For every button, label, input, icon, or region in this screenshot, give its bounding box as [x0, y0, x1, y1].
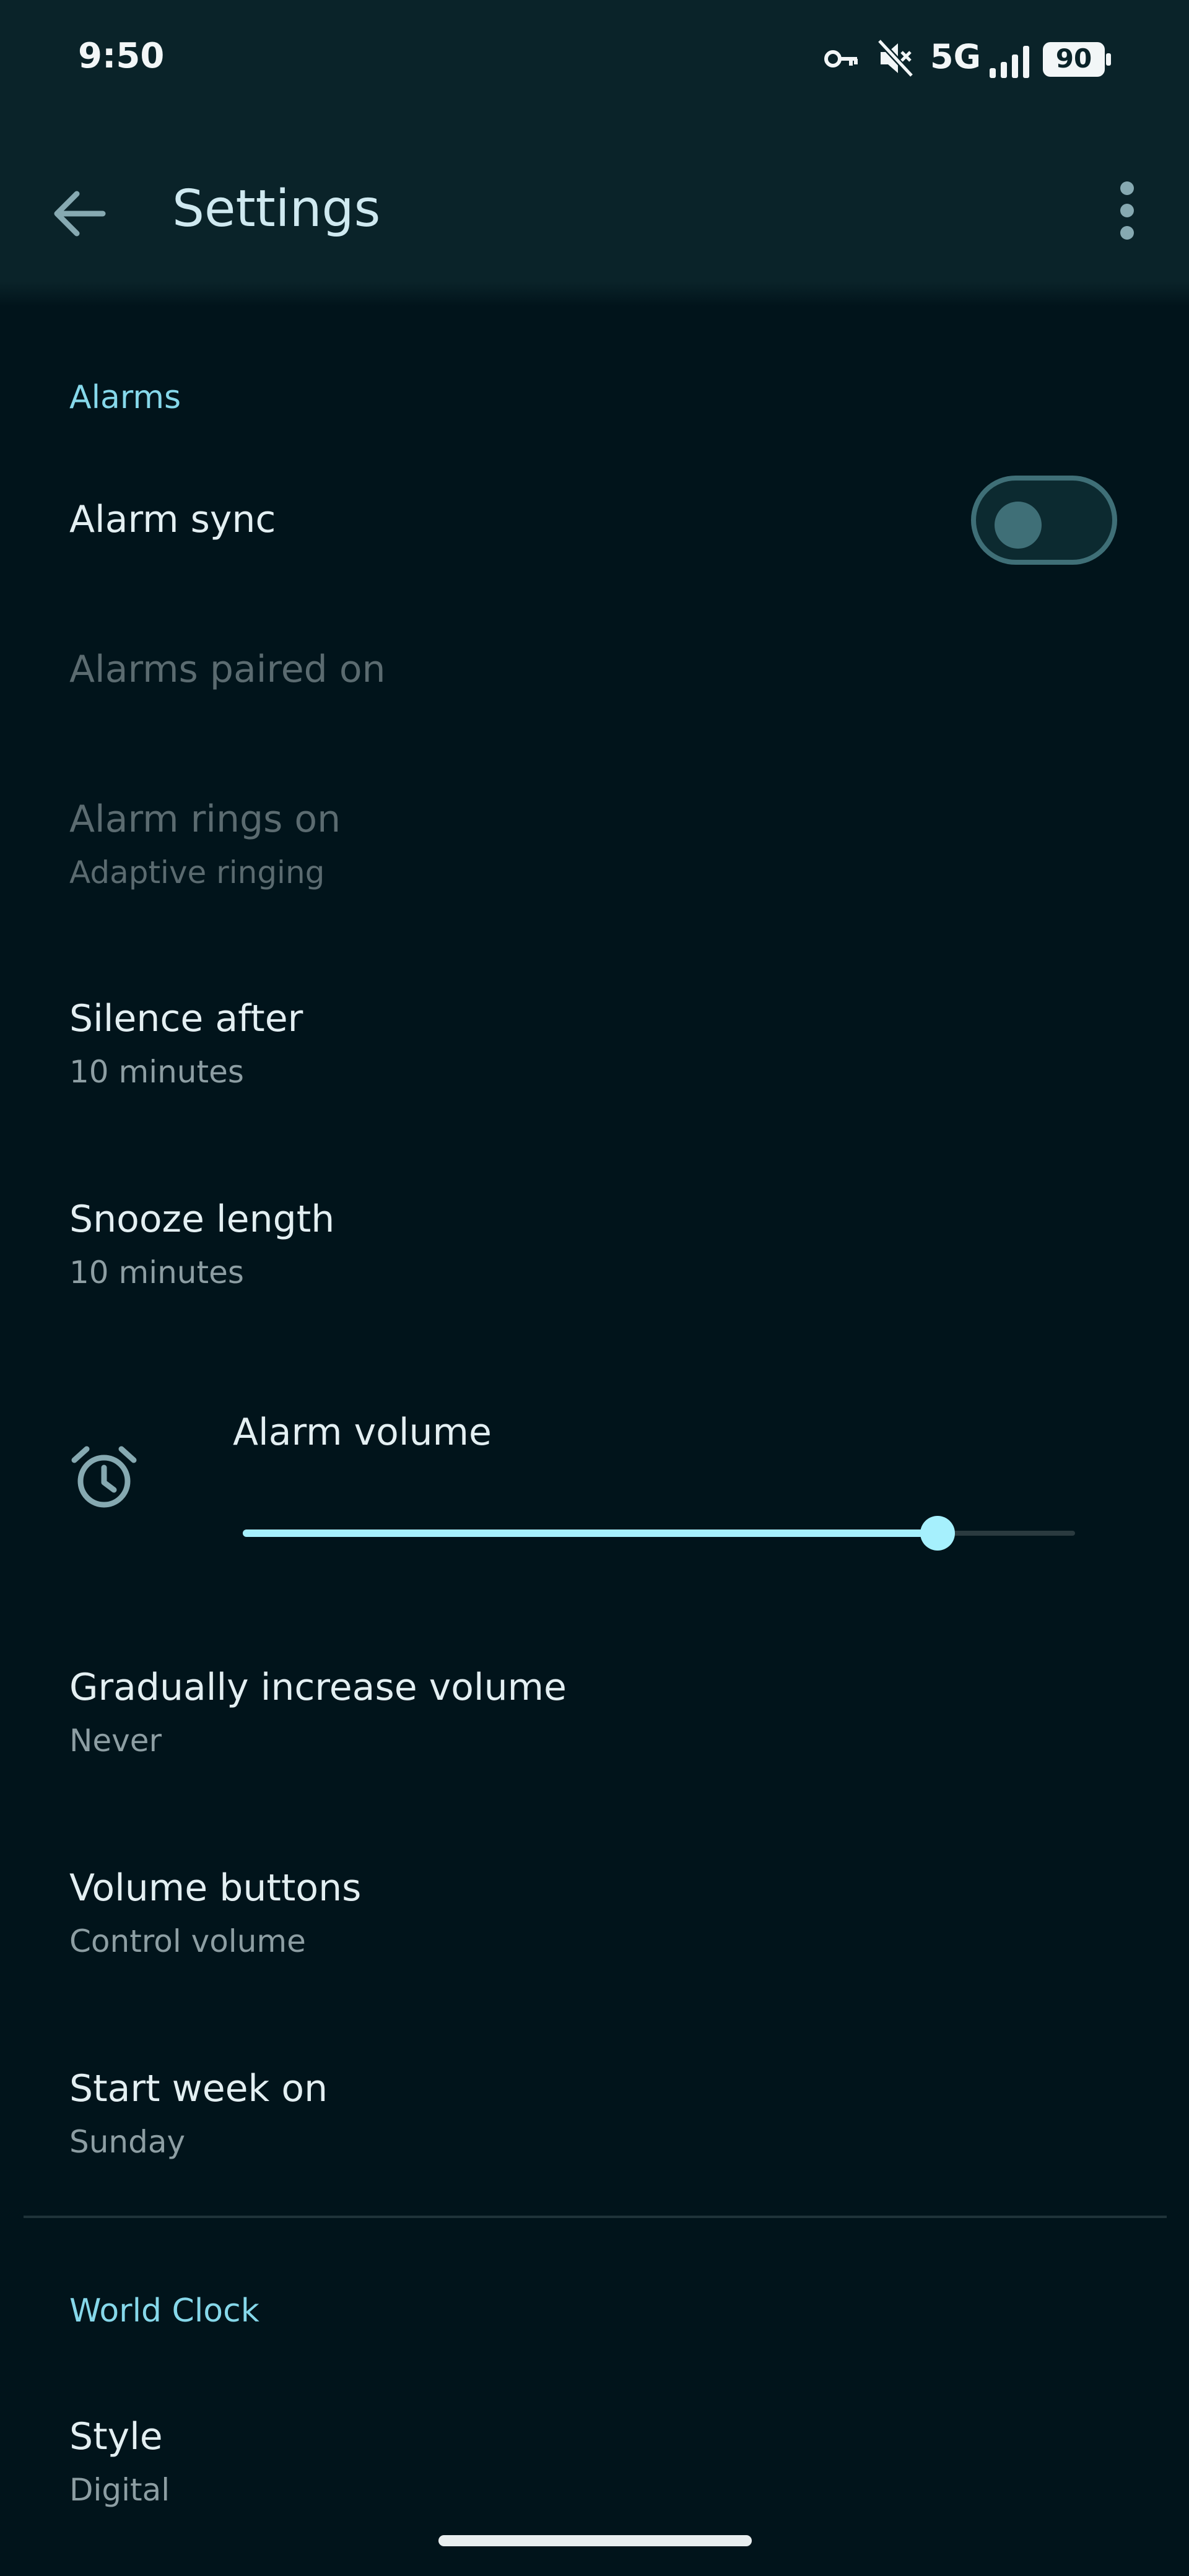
pref-silence-after[interactable]: Silence after 10 minutes — [0, 981, 1189, 1105]
alarm-clock-icon — [71, 1446, 137, 1508]
gesture-nav-handle[interactable] — [438, 2535, 752, 2546]
pref-alarm-rings-on: Alarm rings on Adaptive ringing — [0, 781, 1189, 905]
pref-gradually-increase-volume[interactable]: Gradually increase volume Never — [0, 1647, 1189, 1771]
pref-summary: Digital — [69, 2472, 170, 2508]
pref-alarms-paired-on: Alarms paired on — [0, 632, 1189, 712]
pref-start-week-on[interactable]: Start week on Sunday — [0, 2048, 1189, 2172]
battery-level: 90 — [1055, 43, 1092, 74]
pref-summary: Never — [69, 1723, 162, 1759]
pref-summary: Adaptive ringing — [69, 855, 325, 890]
more-options-icon[interactable] — [1096, 180, 1158, 242]
pref-summary: 10 minutes — [69, 1255, 244, 1290]
signal-icon — [990, 46, 1029, 78]
section-divider — [24, 2216, 1167, 2218]
status-icons: 5G 90 — [824, 36, 1115, 85]
network-type: 5G — [930, 37, 981, 76]
toggle-thumb — [995, 502, 1042, 549]
pref-snooze-length[interactable]: Snooze length 10 minutes — [0, 1181, 1189, 1305]
battery-tip — [1106, 53, 1111, 66]
pref-title: Gradually increase volume — [69, 1666, 567, 1709]
status-time: 9:50 — [78, 36, 165, 76]
slider-active-track — [243, 1530, 938, 1537]
section-header-alarms: Alarms — [69, 379, 181, 416]
page-title: Settings — [172, 180, 381, 238]
pref-title: Snooze length — [69, 1198, 335, 1241]
pref-title: Alarms paired on — [69, 648, 386, 691]
pref-title: Style — [69, 2415, 163, 2458]
pref-summary: 10 minutes — [69, 1054, 244, 1090]
pref-volume-buttons[interactable]: Volume buttons Control volume — [0, 1848, 1189, 1972]
slider-thumb[interactable] — [920, 1516, 956, 1551]
pref-title: Start week on — [69, 2067, 328, 2110]
pref-title: Alarm sync — [69, 498, 276, 541]
alarm-volume-label: Alarm volume — [233, 1411, 492, 1454]
pref-summary: Sunday — [69, 2124, 186, 2160]
app-bar-shadow — [0, 282, 1189, 307]
alarm-volume-slider[interactable] — [243, 1516, 1075, 1551]
section-header-world-clock: World Clock — [69, 2292, 259, 2330]
pref-title: Silence after — [69, 997, 303, 1040]
pref-title: Volume buttons — [69, 1866, 362, 1910]
pref-summary: Control volume — [69, 1923, 306, 1959]
pref-title: Alarm rings on — [69, 798, 341, 841]
pref-style[interactable]: Style Digital — [0, 2396, 1189, 2520]
mute-icon — [877, 38, 914, 78]
back-arrow-icon[interactable] — [37, 170, 124, 257]
vpn-key-icon — [824, 50, 858, 67]
alarm-sync-toggle[interactable] — [971, 476, 1117, 565]
